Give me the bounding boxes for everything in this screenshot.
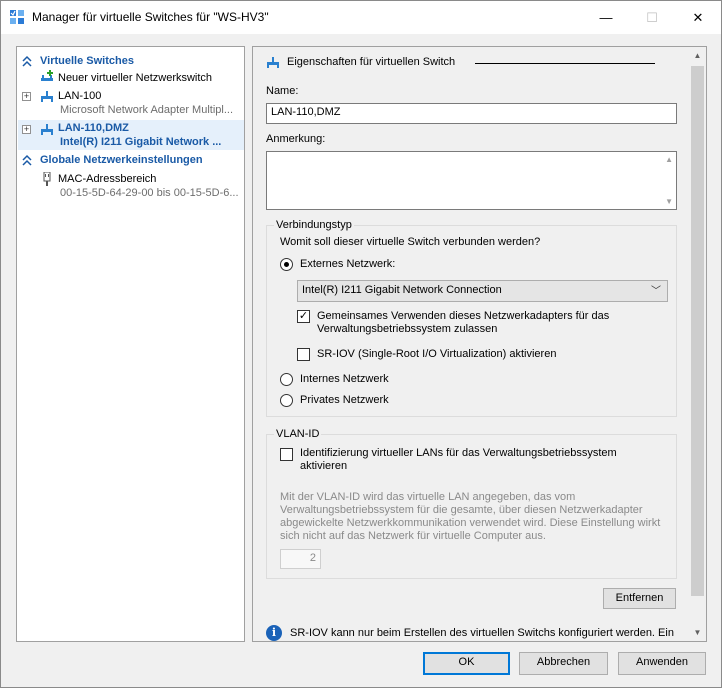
cancel-button[interactable]: Abbrechen [519,652,608,675]
sriov-label: SR-IOV (Single-Root I/O Virtualization) … [317,348,557,360]
name-label: Name: [266,85,299,97]
header-divider [475,63,655,64]
info-icon: i [266,625,282,641]
internal-network-label: Internes Netzwerk [300,373,389,385]
tree-item-subtitle: Microsoft Network Adapter Multipl... [60,104,234,116]
private-network-label: Privates Netzwerk [300,394,389,406]
scroll-down-icon[interactable]: ▼ [689,624,706,641]
name-field[interactable]: LAN-110,DMZ [266,103,677,124]
chevron-down-icon: ﹀ [651,286,661,297]
network-switch-icon [41,91,53,102]
share-adapter-checkbox[interactable]: ✓ [297,310,310,323]
mac-address-icon [43,172,51,186]
scroll-down-icon[interactable]: ▼ [665,197,673,206]
vlan-id-group: VLAN-ID Identifizierung virtueller LANs … [266,428,677,579]
adapter-select[interactable]: Intel(R) I211 Gigabit Network Connection… [297,280,668,302]
minimize-button[interactable]: — [583,1,629,34]
external-network-label: Externes Netzwerk: [300,258,396,270]
external-network-radio[interactable] [280,258,293,271]
maximize-icon: ☐ [646,9,658,25]
tree-item-mac-range[interactable]: MAC-Adressbereich 00-15-5D-64-29-00 bis … [18,171,244,201]
global-settings-header[interactable]: Globale Netzwerkeinstellungen [18,153,244,168]
vlan-help-line1: Mit der VLAN-ID wird das virtuelle LAN a… [280,491,576,503]
notes-label: Anmerkung: [266,133,326,145]
vlan-id-input[interactable]: 2 [280,549,321,569]
properties-header: Eigenschaften für virtuellen Switch [265,54,685,70]
vlan-id-title: VLAN-ID [274,428,322,440]
share-adapter-label-line1: Gemeinsames Verwenden dieses Netzwerkada… [317,310,610,322]
minimize-icon: — [599,10,613,25]
global-settings-label: Globale Netzwerkeinstellungen [40,154,203,166]
window-title: Manager für virtuelle Switches für "WS-H… [32,10,269,24]
apply-button[interactable]: Anwenden [618,652,706,675]
network-switch-icon [267,57,279,68]
close-icon: ✕ [692,9,704,25]
ok-button[interactable]: OK [423,652,510,675]
notes-field[interactable]: ▲ ▼ [266,151,677,210]
share-adapter-label-line2: Verwaltungsbetriebssystem zulassen [317,323,498,335]
sriov-checkbox[interactable] [297,348,310,361]
expand-plus-icon[interactable]: + [22,125,31,134]
properties-pane: Eigenschaften für virtuellen Switch Name… [252,46,707,642]
vswitch-manager-icon [10,10,24,24]
vswitch-manager-window: Manager für virtuelle Switches für "WS-H… [0,0,722,688]
connection-type-group: Verbindungstyp Womit soll dieser virtuel… [266,219,677,417]
sriov-info-text: SR-IOV kann nur beim Erstellen des virtu… [290,627,674,639]
expand-plus-icon[interactable]: + [22,92,31,101]
collapse-chevron-icon [22,154,32,166]
tree-item-subtitle: 00-15-5D-64-29-00 bis 00-15-5D-6... [60,187,239,199]
scrollbar-thumb[interactable] [691,66,704,596]
tree-item-title: LAN-100 [58,90,102,102]
maximize-button[interactable]: ☐ [629,1,675,34]
new-virtual-switch-item[interactable]: Neuer virtueller Netzwerkswitch [18,69,244,86]
internal-network-radio[interactable] [280,373,293,386]
tree-item-title: LAN-110,DMZ [58,122,129,134]
adapter-select-value: Intel(R) I211 Gigabit Network Connection [302,284,502,296]
tree-item-subtitle: Intel(R) I211 Gigabit Network ... [60,136,222,148]
vlan-help-line2: Verwaltungsbetriebssystem für die gesamt… [280,504,643,516]
virtual-switches-label: Virtuelle Switches [40,55,134,67]
private-network-radio[interactable] [280,394,293,407]
navigation-tree: Virtuelle Switches Neuer virtueller Netz… [16,46,245,642]
vlan-enable-checkbox[interactable] [280,448,293,461]
virtual-switches-header[interactable]: Virtuelle Switches [18,54,244,69]
new-switch-icon [41,70,53,81]
tree-item-title: MAC-Adressbereich [58,173,157,185]
tree-item-lan-100[interactable]: + LAN-100 Microsoft Network Adapter Mult… [18,87,244,117]
connection-question: Womit soll dieser virtuelle Switch verbu… [280,236,541,248]
scroll-up-icon[interactable]: ▲ [689,47,706,64]
properties-scrollbar[interactable]: ▲ ▼ [689,47,706,641]
title-bar: Manager für virtuelle Switches für "WS-H… [1,1,721,34]
scroll-up-icon[interactable]: ▲ [665,155,673,164]
close-button[interactable]: ✕ [675,1,721,34]
properties-title: Eigenschaften für virtuellen Switch [287,56,456,68]
network-switch-icon [41,124,53,135]
vlan-enable-label-line1: Identifizierung virtueller LANs für das … [300,447,617,459]
vlan-help-line3: abgewickelte Netzwerkkommunikation verwe… [280,517,661,529]
vlan-help-line4: sich nicht auf das Netzwerk für virtuell… [280,530,546,542]
connection-type-title: Verbindungstyp [274,219,354,231]
vlan-enable-label-line2: aktivieren [300,460,348,472]
tree-item-lan-110-dmz[interactable]: + LAN-110,DMZ Intel(R) I211 Gigabit Netw… [18,120,244,150]
collapse-chevron-icon [22,55,32,67]
remove-button[interactable]: Entfernen [603,588,676,609]
tree-item-label: Neuer virtueller Netzwerkswitch [58,72,213,84]
